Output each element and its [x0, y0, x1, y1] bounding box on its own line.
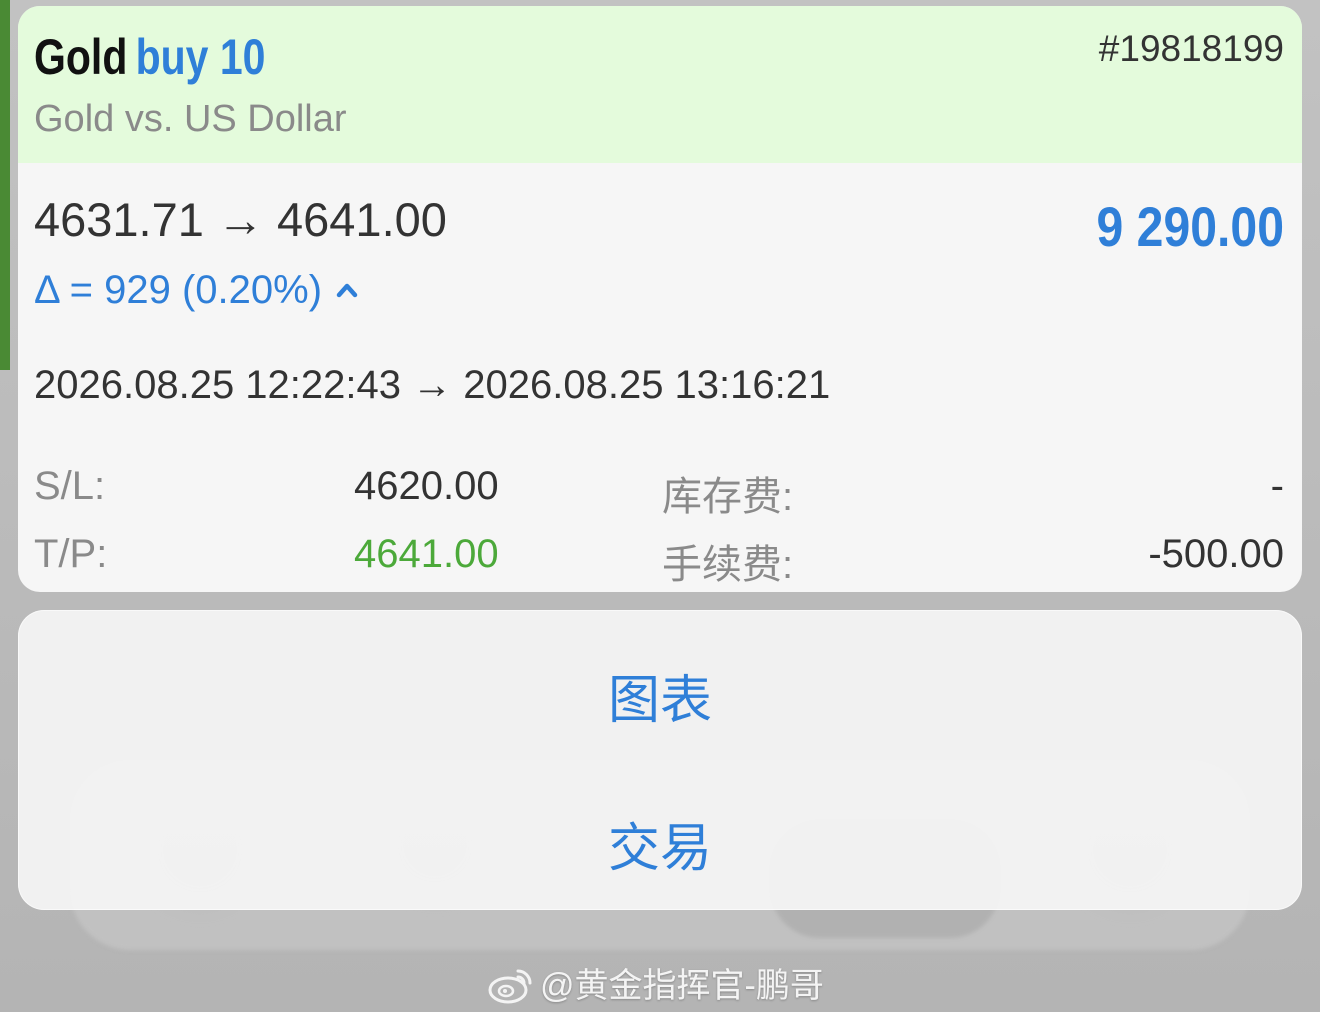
tp-label: T/P:	[34, 532, 108, 576]
position-header: Gold buy 10 Gold vs. US Dollar #19818199	[18, 6, 1302, 163]
profit-value: 9 290.00	[1096, 195, 1284, 258]
price-range: 4631.71 → 4641.00	[34, 193, 447, 246]
sl-value: 4620.00	[354, 464, 499, 508]
caret-up-icon	[336, 284, 358, 298]
trade-button[interactable]: 交易	[18, 806, 1302, 881]
price-delta: Δ = 929 (0.20%)	[34, 268, 358, 313]
chart-button[interactable]: 图表	[18, 658, 1302, 733]
symbol-description: Gold vs. US Dollar	[34, 98, 347, 140]
symbol-name: Gold	[34, 29, 128, 85]
position-title: Gold buy 10	[34, 28, 265, 86]
sl-swap-row: S/L: 4620.00 库存费: -	[18, 464, 1302, 519]
tp-commission-row: T/P: 4641.00 手续费: -500.00	[18, 532, 1302, 587]
commission-label: 手续费:	[662, 543, 794, 587]
background-stripe	[0, 0, 10, 370]
weibo-icon	[488, 969, 532, 1004]
side-volume: buy 10	[135, 29, 266, 85]
delta-text: Δ = 929 (0.20%)	[34, 268, 323, 312]
commission-value: -500.00	[1148, 532, 1284, 576]
ticket-number: #19818199	[1098, 28, 1284, 69]
sl-label: S/L:	[34, 464, 106, 508]
position-detail-card: Gold buy 10 Gold vs. US Dollar #19818199 …	[18, 6, 1302, 592]
watermark-text: @黄金指挥官-鹏哥	[540, 967, 824, 1005]
swap-value: -	[1270, 464, 1284, 508]
action-sheet: 图表 交易	[18, 610, 1302, 910]
swap-label: 库存费:	[662, 475, 794, 519]
tp-value: 4641.00	[354, 532, 499, 576]
time-range: 2026.08.25 12:22:43 → 2026.08.25 13:16:2…	[34, 363, 831, 407]
watermark: @黄金指挥官-鹏哥	[488, 958, 824, 1007]
